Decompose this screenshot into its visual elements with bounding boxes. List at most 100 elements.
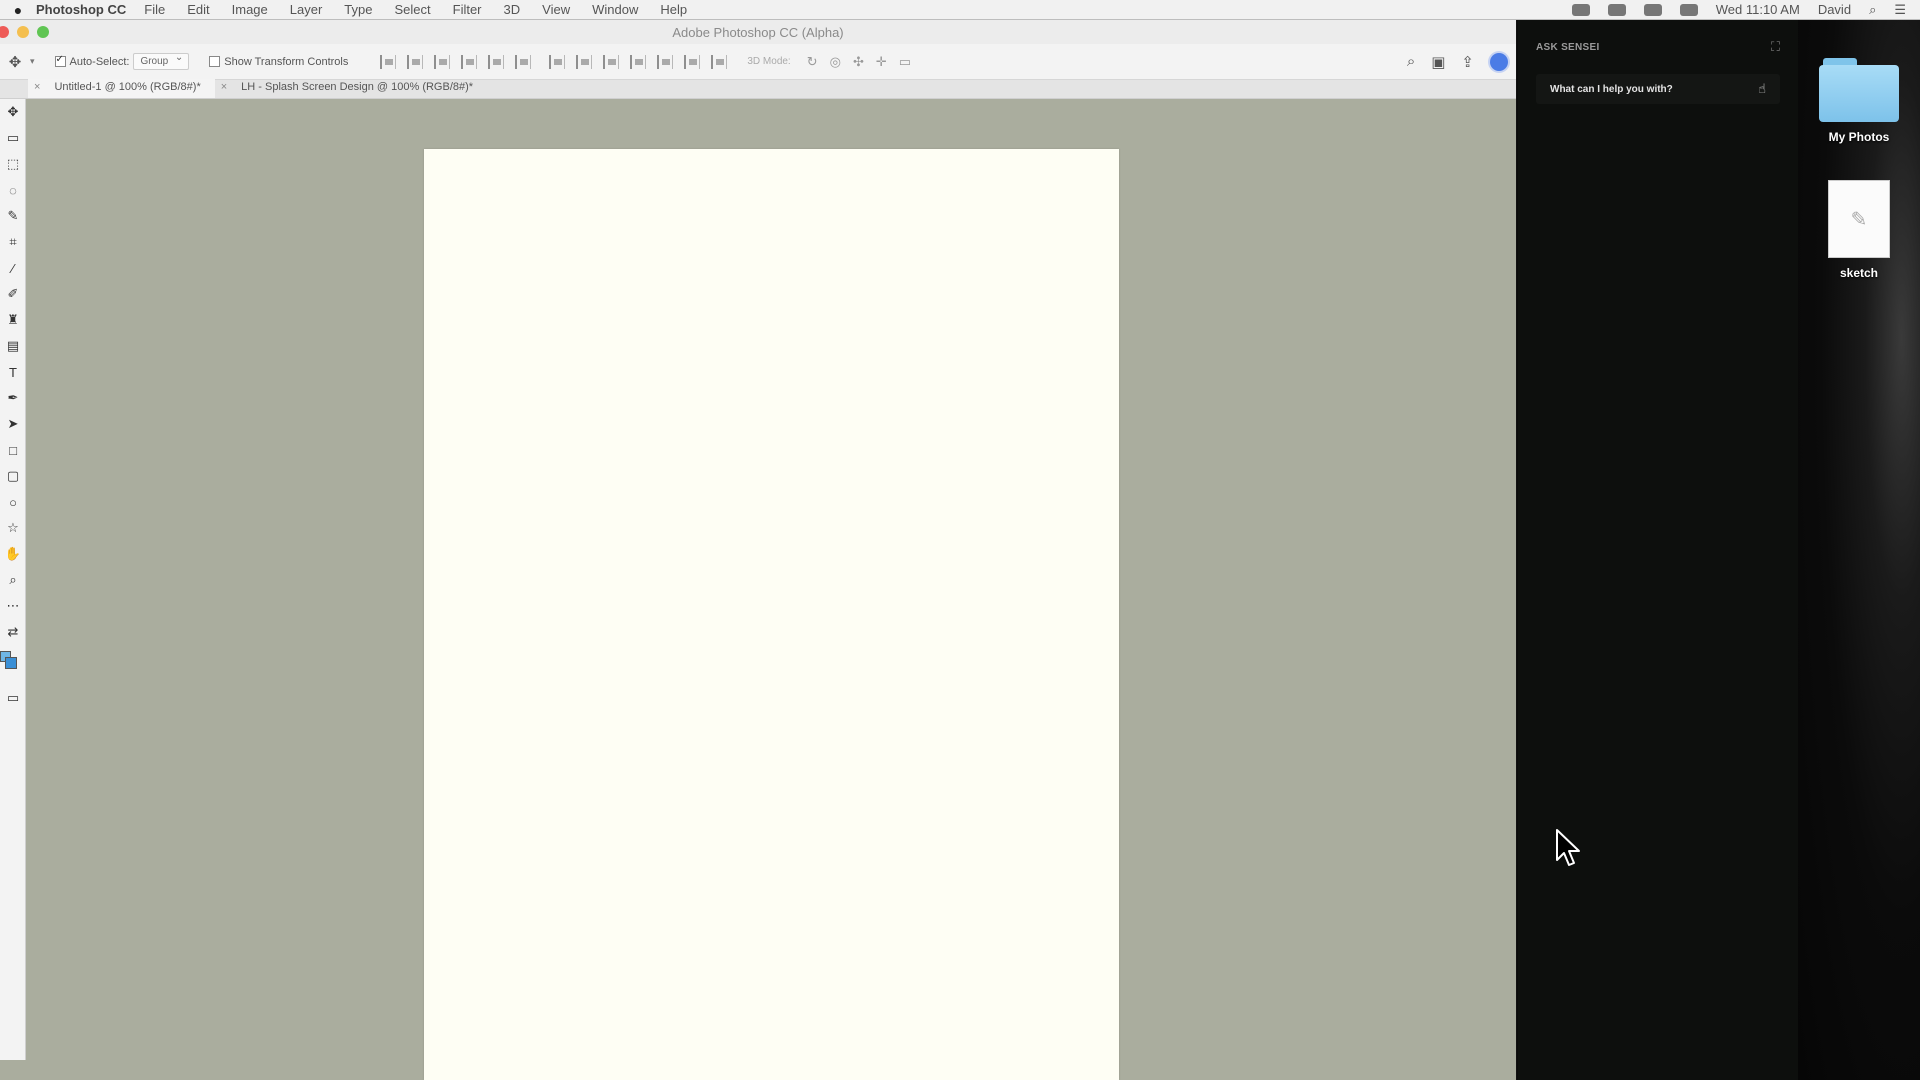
menu-image[interactable]: Image (232, 2, 268, 17)
pan-3d-icon[interactable]: ✣ (853, 54, 864, 70)
gradient-tool-icon[interactable]: ▤ (0, 333, 26, 359)
expand-icon[interactable]: ⛶ (1771, 39, 1780, 55)
search-icon[interactable]: ⌕ (1407, 53, 1415, 70)
auto-select-dropdown[interactable]: Group (133, 52, 190, 70)
align-hcenter-icon[interactable] (488, 54, 505, 69)
document-canvas[interactable] (424, 149, 1119, 1080)
menu-3d[interactable]: 3D (504, 2, 521, 17)
zoom-tool-icon[interactable]: ⌕ (0, 567, 26, 593)
type-tool-icon[interactable]: T (0, 359, 26, 385)
chevron-down-icon[interactable]: ▾ (30, 56, 35, 67)
color-swatches[interactable] (0, 645, 26, 685)
notification-center-icon[interactable]: ☰ (1894, 2, 1906, 18)
distribute-top-icon[interactable] (549, 54, 566, 69)
tools-panel: ✥ ▭ ⬚ ◌ ✎ ⌗ ⁄ ✐ ♜ ▤ T ✒ ➤ □ ▢ ○ ☆ ✋ ⌕ ⋯ … (0, 99, 26, 1060)
sensei-search-box[interactable]: ☝ (1536, 74, 1780, 104)
eyedropper-tool-icon[interactable]: ⁄ (0, 255, 26, 281)
auto-select-checkbox[interactable] (54, 54, 66, 67)
brush-tool-icon[interactable]: ✐ (0, 281, 26, 307)
align-buttons (380, 54, 532, 69)
mouse-pointer-icon (1556, 829, 1580, 866)
align-right-icon[interactable] (515, 54, 532, 69)
align-vcenter-icon[interactable] (407, 54, 424, 69)
transform-controls-field: Show Transform Controls (209, 56, 348, 68)
align-top-icon[interactable] (380, 54, 397, 69)
tab-splash-screen[interactable]: × LH - Splash Screen Design @ 100% (RGB/… (215, 79, 487, 98)
close-tab-icon[interactable]: × (34, 81, 40, 93)
distribute-hcenter-icon[interactable] (657, 54, 674, 69)
orbit-3d-icon[interactable]: ↻ (807, 54, 818, 70)
screen-mode-icon[interactable]: ▭ (0, 685, 26, 711)
sensei-button[interactable] (1490, 52, 1508, 71)
clock[interactable]: Wed 11:10 AM (1716, 2, 1800, 17)
document-tabs: × Untitled-1 @ 100% (RGB/8#)* × LH - Spl… (0, 79, 1516, 99)
menu-view[interactable]: View (542, 2, 570, 17)
app-menu[interactable]: Photoshop CC (36, 2, 126, 17)
background-color-swatch[interactable] (5, 657, 17, 669)
scale-3d-icon[interactable]: ▭ (899, 54, 911, 70)
crop-tool-icon[interactable]: ⌗ (0, 229, 26, 255)
close-tab-icon[interactable]: × (221, 81, 227, 93)
user-name[interactable]: David (1818, 2, 1851, 17)
rounded-rect-tool-icon[interactable]: ▢ (0, 463, 26, 489)
zoom-window-button[interactable] (37, 26, 49, 38)
menu-type[interactable]: Type (344, 2, 372, 17)
options-right-cluster: ⌕ ▣ ⇪ (1407, 52, 1516, 71)
swap-colors-icon[interactable]: ⇄ (0, 619, 26, 645)
show-transform-checkbox[interactable] (209, 56, 221, 67)
auto-select-field: Auto-Select: Group (54, 52, 190, 70)
sensei-header: ASK SENSEI ⛶ (1518, 20, 1798, 74)
distribute-right-icon[interactable] (684, 54, 701, 69)
menu-layer[interactable]: Layer (290, 2, 323, 17)
tray-icon[interactable] (1571, 3, 1590, 16)
battery-icon[interactable] (1679, 3, 1698, 16)
photoshop-window: Adobe Photoshop CC (Alpha) ✥ ▾ Auto-Sele… (0, 20, 1517, 1080)
menu-edit[interactable]: Edit (187, 2, 209, 17)
rectangle-tool-icon[interactable]: □ (0, 437, 26, 463)
distribute-left-icon[interactable] (630, 54, 647, 69)
spotlight-search-icon[interactable]: ⌕ (1869, 2, 1876, 18)
tray-icon[interactable] (1607, 3, 1626, 16)
distribute-bottom-icon[interactable] (603, 54, 620, 69)
distribute-vcenter-icon[interactable] (576, 54, 593, 69)
menu-select[interactable]: Select (394, 2, 430, 17)
tab-untitled-1[interactable]: × Untitled-1 @ 100% (RGB/8#)* (28, 79, 215, 98)
close-window-button[interactable] (0, 26, 9, 38)
desktop-item-sketch[interactable]: ✎ sketch (1809, 180, 1909, 280)
more-tools-icon[interactable]: ⋯ (0, 593, 26, 619)
align-bottom-icon[interactable] (434, 54, 451, 69)
ellipse-tool-icon[interactable]: ○ (0, 489, 26, 515)
artboard-tool-icon[interactable]: ▭ (0, 125, 26, 151)
desktop-item-my-photos[interactable]: My Photos (1809, 58, 1909, 144)
desktop: My Photos ✎ sketch (1798, 20, 1920, 1080)
3d-mode-label: 3D Mode: (747, 56, 791, 67)
menu-window[interactable]: Window (592, 2, 638, 17)
sensei-search-input[interactable] (1550, 83, 1750, 95)
auto-align-icon[interactable] (711, 54, 728, 69)
menu-help[interactable]: Help (660, 2, 687, 17)
wifi-icon[interactable] (1643, 3, 1662, 16)
apple-menu-icon[interactable]: ● (0, 2, 36, 18)
move-tool-icon[interactable]: ✥ (0, 99, 26, 125)
minimize-window-button[interactable] (17, 26, 29, 38)
menu-bar: ● Photoshop CC File Edit Image Layer Typ… (0, 0, 1920, 20)
slide-3d-icon[interactable]: ✛ (876, 54, 887, 70)
hand-tool-icon[interactable]: ✋ (0, 541, 26, 567)
folder-icon (1819, 58, 1899, 122)
align-left-icon[interactable] (461, 54, 478, 69)
quick-select-tool-icon[interactable]: ✎ (0, 203, 26, 229)
roll-3d-icon[interactable]: ◎ (830, 54, 841, 70)
marquee-tool-icon[interactable]: ⬚ (0, 151, 26, 177)
move-tool-icon[interactable]: ✥ (6, 53, 24, 71)
sensei-title: ASK SENSEI (1536, 41, 1600, 53)
polygon-tool-icon[interactable]: ☆ (0, 515, 26, 541)
menu-file[interactable]: File (144, 2, 165, 17)
path-select-tool-icon[interactable]: ➤ (0, 411, 26, 437)
tab-label: Untitled-1 @ 100% (RGB/8#)* (54, 81, 201, 93)
workspace-icon[interactable]: ▣ (1431, 53, 1445, 71)
share-icon[interactable]: ⇪ (1461, 53, 1474, 71)
pen-tool-icon[interactable]: ✒ (0, 385, 26, 411)
lasso-tool-icon[interactable]: ◌ (0, 177, 26, 203)
stamp-tool-icon[interactable]: ♜ (0, 307, 26, 333)
menu-filter[interactable]: Filter (453, 2, 482, 17)
